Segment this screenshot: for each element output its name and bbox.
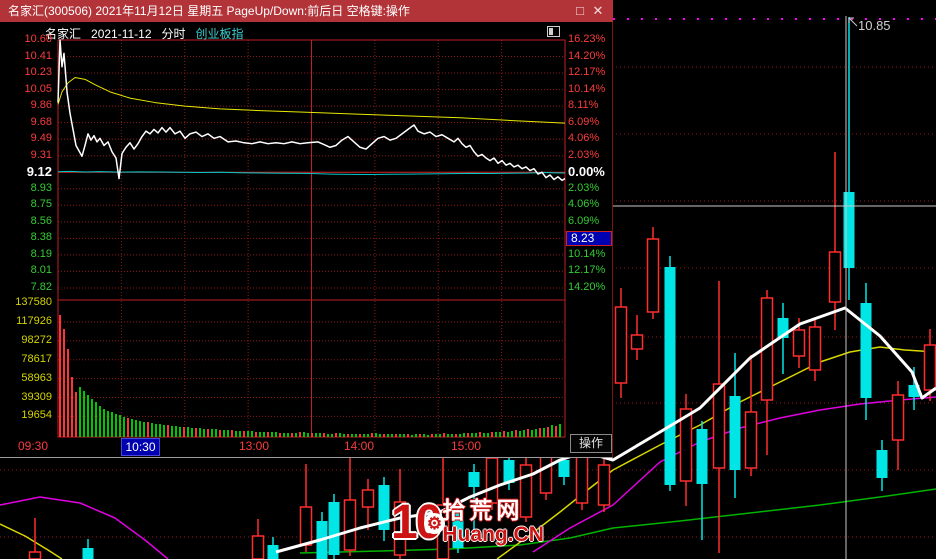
price-axis-label: 8.93	[30, 181, 52, 194]
price-axis-label: 10.05	[24, 82, 52, 95]
percent-axis-label: 2.03%	[568, 148, 600, 161]
percent-axis-label: 4.06%	[568, 198, 600, 211]
volume-axis-label: 117926	[16, 314, 52, 327]
percent-axis-label: 4.06%	[568, 132, 600, 145]
crosshair-price-badge: 8.23	[566, 231, 612, 246]
price-axis-label: 9.86	[30, 99, 52, 112]
gear-icon: ⚙	[424, 513, 445, 534]
time-label: 14:00	[343, 439, 375, 453]
price-axis-label: 9.68	[30, 115, 52, 128]
volume-axis-label: 78617	[21, 352, 52, 365]
time-label: 13:00	[238, 439, 270, 453]
titlebar[interactable]: 名家汇(300506) 2021年11月12日 星期五 PageUp/Down:…	[0, 0, 613, 22]
price-axis-label: 7.82	[30, 280, 52, 293]
action-button[interactable]: 操作	[570, 434, 612, 453]
price-axis-label: 9.12	[26, 164, 52, 180]
volume-axis-label: 137580	[15, 296, 52, 308]
chart-date: 2021-11-12	[91, 27, 152, 41]
price-axis-label: 8.01	[30, 264, 52, 277]
overlay-index-name[interactable]: 创业板指	[196, 27, 244, 41]
price-axis-label: 10.60	[24, 33, 52, 45]
pane-layout-icon[interactable]	[547, 26, 560, 37]
price-axis-label: 8.75	[30, 198, 52, 211]
watermark-logo: 10 ⚙ 拾荒网 Huang.CN	[391, 498, 544, 548]
time-cursor-badge: 10:30	[121, 438, 160, 456]
percent-axis-label: 8.11%	[568, 99, 599, 112]
percent-axis-label: 14.20%	[568, 49, 606, 62]
time-label: 09:30	[17, 439, 49, 453]
price-axis-label: 10.41	[24, 49, 52, 62]
percent-axis-label: 14.20%	[568, 280, 606, 293]
chart-header: 名家汇 2021-11-12 分时 创业板指	[45, 25, 254, 42]
maximize-icon[interactable]: □	[571, 1, 589, 21]
close-icon[interactable]: ✕	[589, 1, 607, 21]
time-label: 15:00	[450, 439, 482, 453]
percent-axis-label: 10.14%	[568, 82, 606, 95]
percent-axis-label: 2.03%	[568, 181, 600, 194]
percent-axis-label: 6.09%	[568, 115, 600, 128]
kline-high-price-tag: 10.85	[858, 18, 891, 33]
volume-axis-label: 19654	[21, 409, 52, 422]
window-title: 名家汇(300506) 2021年11月12日 星期五 PageUp/Down:…	[8, 4, 410, 18]
percent-axis-label: 0.00%	[568, 164, 605, 180]
trading-app-canvas: 10.85 名家汇(300506) 2021年11月12日 星期五 PageUp…	[0, 0, 936, 559]
percent-axis-label: 12.17%	[568, 264, 606, 277]
volume-axis-label: 39309	[21, 390, 52, 403]
price-axis-label: 10.23	[24, 66, 52, 79]
chart-period: 分时	[161, 27, 186, 41]
price-axis-label: 9.49	[30, 132, 52, 145]
watermark-number: 10 ⚙	[391, 498, 445, 548]
percent-axis-label: 6.09%	[568, 214, 600, 227]
watermark-domain: Huang.CN	[442, 523, 544, 546]
volume-axis-label: 98272	[21, 333, 52, 346]
percent-axis-label: 12.17%	[568, 66, 606, 79]
percent-axis-label: 16.23%	[568, 33, 606, 45]
intraday-window: 名家汇(300506) 2021年11月12日 星期五 PageUp/Down:…	[0, 0, 613, 458]
volume-axis-label: 58963	[21, 371, 52, 384]
price-axis-label: 9.31	[30, 148, 52, 161]
watermark-site-name: 拾荒网	[442, 497, 524, 523]
price-axis-label: 8.19	[30, 247, 52, 260]
percent-axis-label: 10.14%	[568, 247, 606, 260]
price-axis-label: 8.38	[30, 231, 52, 244]
intraday-chart[interactable]	[0, 22, 613, 458]
price-axis-label: 8.56	[30, 214, 52, 227]
